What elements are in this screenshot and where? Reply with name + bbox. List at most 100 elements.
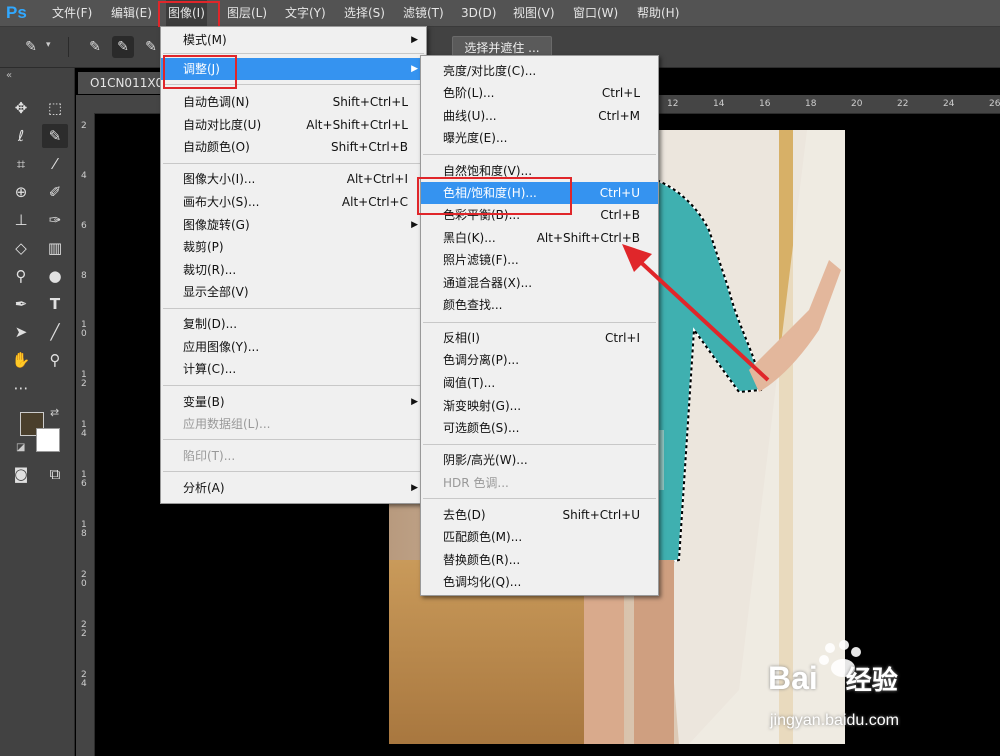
swap-colors-icon[interactable]: ⇄	[50, 406, 59, 419]
menu-item-trim[interactable]: 裁切(R)...	[161, 259, 426, 281]
divider	[163, 53, 424, 54]
healing-brush-icon[interactable]: ⊕	[8, 180, 34, 204]
menu-item-levels[interactable]: 色阶(L)... Ctrl+L	[421, 82, 658, 104]
menu-item-reveal-all[interactable]: 显示全部(V)	[161, 281, 426, 303]
divider	[163, 163, 424, 164]
move-tool-icon[interactable]: ✥	[8, 96, 34, 120]
divider	[163, 385, 424, 386]
add-to-selection-icon[interactable]: ✎	[112, 36, 134, 58]
menu-item-match-color[interactable]: 匹配颜色(M)...	[421, 526, 658, 548]
menu-item-shadows-highlights[interactable]: 阴影/高光(W)...	[421, 449, 658, 471]
menu-item-selective-color[interactable]: 可选颜色(S)...	[421, 417, 658, 439]
ruler-label: 1 8	[81, 520, 87, 539]
ruler-label: 8	[81, 271, 87, 281]
menu-item-equalize[interactable]: 色调均化(Q)...	[421, 571, 658, 593]
ruler-label: 26	[989, 99, 1000, 109]
menu-window[interactable]: 窗口(W)	[571, 0, 620, 26]
divider	[163, 439, 424, 440]
menu-edit[interactable]: 编辑(E)	[109, 0, 154, 26]
hand-tool-icon[interactable]: ✋	[8, 348, 34, 372]
line-tool-icon[interactable]: ╱	[42, 320, 68, 344]
zoom-tool-icon[interactable]: ⚲	[42, 348, 68, 372]
ruler-label: 18	[805, 99, 817, 109]
divider	[423, 498, 656, 499]
menu-type[interactable]: 文字(Y)	[283, 0, 328, 26]
menu-file[interactable]: 文件(F)	[50, 0, 94, 26]
ruler-label: 4	[81, 171, 87, 181]
eraser-tool-icon[interactable]: ◇	[8, 236, 34, 260]
menu-item-image-rotation[interactable]: 图像旋转(G) ▶	[161, 214, 426, 236]
subtract-selection-icon[interactable]: ✎	[140, 36, 162, 58]
menu-item-replace-color[interactable]: 替换颜色(R)...	[421, 549, 658, 571]
menu-layer[interactable]: 图层(L)	[225, 0, 269, 26]
marquee-tool-icon[interactable]: ⬚	[42, 96, 68, 120]
crop-tool-icon[interactable]: ⌗	[8, 152, 34, 176]
menu-item-duplicate[interactable]: 复制(D)...	[161, 313, 426, 335]
divider	[163, 308, 424, 309]
ruler-label: 16	[759, 99, 771, 109]
menu-item-gradient-map[interactable]: 渐变映射(G)...	[421, 395, 658, 417]
menu-item-desaturate[interactable]: 去色(D) Shift+Ctrl+U	[421, 504, 658, 526]
path-select-icon[interactable]: ➤	[8, 320, 34, 344]
collapse-icon[interactable]: «	[6, 70, 12, 81]
ruler-label: 2 4	[81, 670, 87, 689]
menu-item-canvas-size[interactable]: 画布大小(S)... Alt+Ctrl+C	[161, 191, 426, 213]
type-tool-icon[interactable]: T	[42, 292, 68, 316]
more-tools-icon[interactable]: ⋯	[8, 376, 34, 400]
ruler-label: 2	[81, 121, 87, 131]
menu-view[interactable]: 视图(V)	[511, 0, 557, 26]
menu-item-image-size[interactable]: 图像大小(I)... Alt+Ctrl+I	[161, 168, 426, 190]
menu-item-analysis[interactable]: 分析(A) ▶	[161, 477, 426, 499]
dodge-tool-icon[interactable]: ●	[42, 264, 68, 288]
ruler-label: 14	[713, 99, 725, 109]
annotation-box-hue-saturation	[417, 177, 572, 215]
menu-bar: Ps 文件(F) 编辑(E) 图像(I) 图层(L) 文字(Y) 选择(S) 滤…	[0, 0, 1000, 27]
divider	[423, 154, 656, 155]
menu-item-auto-contrast[interactable]: 自动对比度(U) Alt+Shift+Ctrl+L	[161, 114, 426, 136]
menu-item-exposure[interactable]: 曝光度(E)...	[421, 127, 658, 149]
menu-filter[interactable]: 滤镜(T)	[401, 0, 446, 26]
menu-item-curves[interactable]: 曲线(U)... Ctrl+M	[421, 105, 658, 127]
eyedropper-tool-icon[interactable]: ⁄	[42, 152, 68, 176]
clone-stamp-icon[interactable]: ⊥	[8, 208, 34, 232]
menu-3d[interactable]: 3D(D)	[459, 0, 498, 26]
ruler-label: 1 4	[81, 420, 87, 439]
menu-item-calculations[interactable]: 计算(C)...	[161, 358, 426, 380]
annotation-arrow	[622, 244, 770, 382]
background-color-swatch[interactable]	[36, 428, 60, 452]
blur-tool-icon[interactable]: ⚲	[8, 264, 34, 288]
submenu-arrow-icon: ▶	[411, 483, 418, 493]
ruler-label: 1 2	[81, 370, 87, 389]
vertical-ruler: 2 4 6 8 1 0 1 2 1 4 1 6 1 8 2 0 2 2 2 4	[76, 113, 95, 756]
quick-mask-icon[interactable]: ◙	[8, 462, 34, 486]
image-menu-dropdown: 模式(M) ▶ 调整(J) ▶ 自动色调(N) Shift+Ctrl+L 自动对比度(…	[160, 26, 427, 504]
menu-item-auto-color[interactable]: 自动颜色(O) Shift+Ctrl+B	[161, 136, 426, 158]
watermark-brand-cn: 经验	[845, 665, 898, 695]
gradient-tool-icon[interactable]: ▥	[42, 236, 68, 260]
menu-select[interactable]: 选择(S)	[342, 0, 387, 26]
brush-tool-icon[interactable]: ✐	[42, 180, 68, 204]
divider	[423, 444, 656, 445]
menu-item-mode[interactable]: 模式(M) ▶	[161, 29, 426, 51]
divider	[68, 37, 69, 57]
watermark-brand-text: Bai	[768, 660, 818, 696]
pen-tool-icon[interactable]: ✒	[8, 292, 34, 316]
menu-item-variables[interactable]: 变量(B) ▶	[161, 391, 426, 413]
lasso-tool-icon[interactable]: ℓ	[8, 124, 34, 148]
menu-item-auto-tone[interactable]: 自动色调(N) Shift+Ctrl+L	[161, 91, 426, 113]
chevron-down-icon[interactable]: ▾	[46, 40, 51, 50]
history-brush-icon[interactable]: ✑	[42, 208, 68, 232]
quick-select-preset-icon[interactable]: ✎	[20, 36, 42, 58]
quick-select-tool-icon[interactable]: ✎	[42, 124, 68, 148]
menu-help[interactable]: 帮助(H)	[635, 0, 681, 26]
menu-item-crop[interactable]: 裁剪(P)	[161, 236, 426, 258]
menu-item-trap: 陷印(T)...	[183, 449, 236, 463]
screen-mode-icon[interactable]: ⧉	[42, 462, 68, 486]
menu-item-apply-data-set: 应用数据组(L)...	[183, 417, 271, 431]
new-selection-icon[interactable]: ✎	[84, 36, 106, 58]
submenu-arrow-icon: ▶	[411, 220, 418, 230]
annotation-box-image-menu	[158, 1, 220, 29]
menu-item-brightness-contrast[interactable]: 亮度/对比度(C)...	[421, 60, 658, 82]
menu-item-apply-image[interactable]: 应用图像(Y)...	[161, 336, 426, 358]
default-colors-icon[interactable]: ◪	[16, 442, 25, 453]
